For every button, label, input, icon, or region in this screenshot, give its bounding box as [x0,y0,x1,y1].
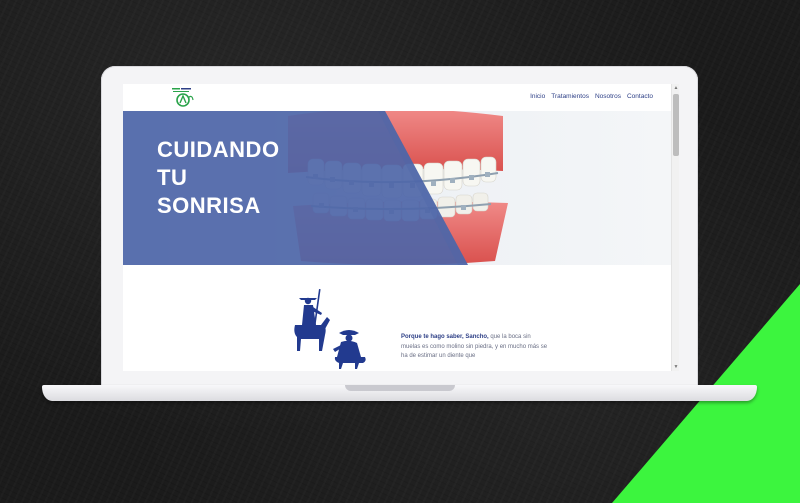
vertical-scrollbar[interactable]: ▲ ▼ [671,84,679,371]
nav-item-nosotros[interactable]: Nosotros [595,93,621,100]
nav-item-inicio[interactable]: Inicio [530,93,545,100]
site-header: Inicio Tratamientos Nosotros Contacto [123,84,671,111]
scroll-thumb[interactable] [673,94,679,156]
hero-title-line-3: SONRISA [157,193,261,218]
scroll-up-arrow-icon[interactable]: ▲ [673,85,679,91]
clinic-logo[interactable] [171,86,195,108]
hero-banner: CUIDANDO TU SONRISA [123,111,671,265]
quixote-quote: Porque te hago saber, Sancho, que la boc… [401,333,551,362]
laptop-screen: Inicio Tratamientos Nosotros Contacto CU… [123,84,679,371]
laptop-base-notch [345,385,455,391]
hero-title-line-2: TU [157,165,188,190]
nav-item-tratamientos[interactable]: Tratamientos [551,93,589,100]
scroll-down-arrow-icon[interactable]: ▼ [673,364,679,370]
content-section: Porque te hago saber, Sancho, que la boc… [123,265,671,371]
quote-bold: Porque te hago saber, Sancho, [401,334,489,340]
main-nav: Inicio Tratamientos Nosotros Contacto [530,93,653,100]
nav-item-contacto[interactable]: Contacto [627,93,653,100]
hero-title-line-1: CUIDANDO [157,137,280,162]
hero-title: CUIDANDO TU SONRISA [157,136,280,220]
quixote-sancho-illustration [294,289,366,369]
